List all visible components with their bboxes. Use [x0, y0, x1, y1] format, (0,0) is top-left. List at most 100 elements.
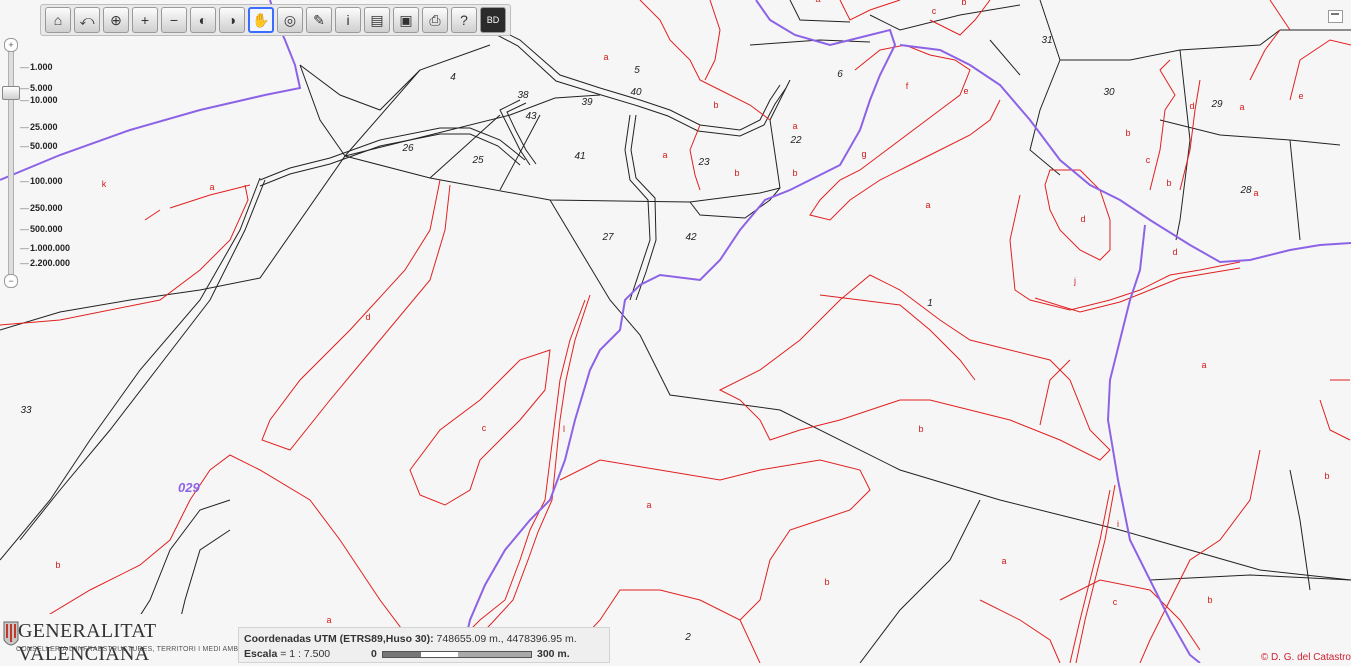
- save-icon: ▣: [399, 11, 413, 28]
- subparcel-letter: j: [1073, 276, 1076, 286]
- parcel-number[interactable]: 2: [684, 632, 691, 643]
- parcel-number[interactable]: 26: [401, 143, 414, 154]
- parcel-number[interactable]: 28: [1239, 185, 1252, 196]
- scale-level-label[interactable]: 50.000: [20, 141, 58, 151]
- info-tool[interactable]: i: [335, 7, 361, 33]
- zoom-minus-button[interactable]: −: [4, 274, 18, 288]
- zoom-out-tool[interactable]: −: [161, 7, 187, 33]
- help-icon: ?: [460, 12, 468, 28]
- parcel-number[interactable]: 41: [574, 151, 585, 162]
- scale-level-label[interactable]: 25.000: [20, 122, 58, 132]
- scalebar-end: 300 m.: [537, 648, 570, 660]
- zoom-scale-tool[interactable]: ◎: [277, 7, 303, 33]
- subparcel-letter: a: [209, 182, 214, 192]
- map-canvas[interactable]: 364538394043262541232263130292827421332a…: [0, 0, 1351, 663]
- subparcel-letter: a: [1253, 188, 1258, 198]
- map-layers-tool[interactable]: ▤: [364, 7, 390, 33]
- parcel-number[interactable]: 22: [789, 135, 802, 146]
- print-icon: ⎙: [429, 11, 441, 28]
- scale-level-label[interactable]: 5.000: [20, 83, 53, 93]
- subparcel-letter: c: [482, 423, 487, 433]
- subparcel-letter: b: [1166, 178, 1171, 188]
- zoom-slider-thumb[interactable]: [2, 86, 20, 100]
- help-tool[interactable]: ?: [451, 7, 477, 33]
- parcel-number[interactable]: 6: [837, 69, 843, 80]
- print-tool[interactable]: ⎙: [422, 7, 448, 33]
- coordinates-label: Coordenadas UTM (ETRS89,Huso 30):: [244, 633, 434, 645]
- catastro-credit: © D. G. del Catastro: [1260, 652, 1351, 663]
- subparcel-letter: a: [792, 121, 797, 131]
- scale-level-label[interactable]: 2.200.000: [20, 258, 70, 268]
- subparcel-letter: a: [326, 615, 331, 625]
- parcel-number[interactable]: 30: [1103, 87, 1115, 98]
- subparcel-letter: a: [662, 150, 667, 160]
- parcel-number[interactable]: 25: [471, 155, 484, 166]
- zoom-in-tool[interactable]: +: [132, 7, 158, 33]
- subparcel-letter: b: [713, 100, 718, 110]
- subparcel-letter: c: [1113, 597, 1118, 607]
- scale-level-label[interactable]: 10.000: [20, 95, 58, 105]
- zoom-scale-slider[interactable]: + − 1.000 5.000 10.000 25.000 50.000 100.000 2…: [2, 38, 82, 288]
- zoom-track[interactable]: [8, 46, 14, 278]
- map-toolbar: ⌂ ⤺ ⊕ + − ◐ ◑ ✋ ◎ ✎ i ▤ ▣ ⎙? BD: [40, 4, 511, 36]
- subparcel-letter: d: [1189, 101, 1194, 111]
- parcel-number[interactable]: 38: [517, 90, 529, 101]
- subparcel-letter: e: [963, 86, 968, 96]
- parcel-number[interactable]: 23: [697, 157, 710, 168]
- zoom-next-tool[interactable]: ◑: [219, 7, 245, 33]
- parcel-number[interactable]: 31: [1041, 35, 1052, 46]
- parcel-number[interactable]: 4: [450, 72, 456, 83]
- generalitat-logo: GENERALITAT VALENCIANA CONSELLERIA D'INF…: [0, 614, 255, 665]
- zoom-plus-button[interactable]: +: [4, 38, 18, 52]
- subparcel-letter: k: [102, 179, 107, 189]
- measure-icon: ✎: [313, 11, 325, 28]
- scale-level-label[interactable]: 1.000: [20, 62, 53, 72]
- subparcel-letter: a: [815, 0, 820, 4]
- scale-level-label[interactable]: 100.000: [20, 176, 63, 186]
- parcel-number[interactable]: 29: [1210, 99, 1223, 110]
- parcel-number[interactable]: 1: [927, 298, 933, 309]
- info-icon: i: [346, 12, 350, 28]
- parcel-number[interactable]: 27: [601, 232, 614, 243]
- pan-tool[interactable]: ✋: [248, 7, 274, 33]
- subparcel-letter: b: [734, 168, 739, 178]
- subparcel-letter: b: [918, 424, 923, 434]
- logo-title: GENERALITAT VALENCIANA: [18, 620, 156, 665]
- coordinates-value: 748655.09 m., 4478396.95 m.: [436, 633, 577, 645]
- cadastral-map[interactable]: 364538394043262541232263130292827421332a…: [0, 0, 1351, 663]
- zoom-previous-tool[interactable]: ◐: [190, 7, 216, 33]
- zoom-previous-icon: ◐: [198, 12, 208, 28]
- parcel-number[interactable]: 39: [581, 97, 593, 108]
- polygon-code: 029: [178, 480, 200, 495]
- subparcel-letter: g: [861, 149, 866, 159]
- coordinates-panel: Coordenadas UTM (ETRS89,Huso 30): 748655…: [238, 627, 610, 663]
- previous-extent-tool[interactable]: ⤺: [74, 7, 100, 33]
- subparcel-letter: a: [646, 500, 651, 510]
- scale-level-label[interactable]: 1.000.000: [20, 243, 70, 253]
- subparcel-letter: b: [1324, 471, 1329, 481]
- subparcel-letter: a: [603, 52, 608, 62]
- subparcel-letter: b: [792, 168, 797, 178]
- municipal-boundary: [0, 0, 1351, 663]
- full-extent-tool[interactable]: ⌂: [45, 7, 71, 33]
- full-extent-icon: ⌂: [53, 12, 63, 28]
- parcel-number[interactable]: 5: [634, 65, 640, 76]
- parcel-number[interactable]: 33: [20, 405, 32, 416]
- zoom-in-icon: +: [140, 12, 150, 28]
- pan-icon: ✋: [252, 11, 270, 28]
- parcel-number[interactable]: 42: [685, 232, 697, 243]
- maximize-button[interactable]: [1328, 10, 1343, 23]
- bd-tool[interactable]: BD: [480, 7, 506, 33]
- scale-level-label[interactable]: 500.000: [20, 224, 63, 234]
- parcel-number[interactable]: 43: [525, 111, 537, 122]
- subparcel-letter: c: [932, 6, 937, 16]
- bd-icon: BD: [486, 15, 500, 25]
- zoom-window-tool[interactable]: ⊕: [103, 7, 129, 33]
- scale-level-label[interactable]: 250.000: [20, 203, 63, 213]
- save-tool[interactable]: ▣: [393, 7, 419, 33]
- subparcel-letter: b: [55, 560, 60, 570]
- parcel-number[interactable]: 40: [630, 87, 642, 98]
- subparcel-letter: b: [824, 577, 829, 587]
- measure-tool[interactable]: ✎: [306, 7, 332, 33]
- parcel-boundaries: [0, 0, 1351, 663]
